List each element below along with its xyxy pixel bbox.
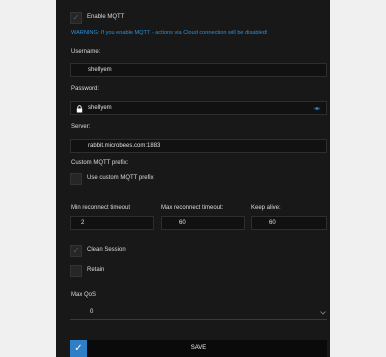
password-input[interactable]: shellyem (70, 101, 327, 115)
lock-icon (76, 105, 83, 113)
username-label: Username: (71, 49, 101, 55)
password-value: shellyem (88, 105, 112, 111)
max-qos-select[interactable]: 0 (70, 306, 327, 320)
clean-session-label: Clean Session (87, 247, 126, 253)
use-custom-prefix-label: Use custom MQTT prefix (87, 175, 154, 181)
check-icon: ✓ (72, 13, 80, 22)
max-reconnect-input[interactable]: 60 (161, 216, 245, 230)
max-reconnect-value: 60 (179, 220, 186, 226)
eye-icon[interactable] (313, 106, 321, 111)
min-reconnect-label: Min reconnect timeout (71, 205, 131, 211)
save-button[interactable]: ✓ SAVE (70, 340, 327, 357)
min-reconnect-input[interactable]: 2 (70, 216, 154, 230)
enable-mqtt-label: Enable MQTT (87, 14, 125, 20)
retain-label: Retain (87, 267, 105, 273)
min-reconnect-value: 2 (81, 220, 85, 226)
clean-session-checkbox[interactable]: ✓ (70, 245, 82, 257)
keep-alive-input[interactable]: 60 (251, 216, 327, 230)
server-label: Server: (71, 124, 91, 130)
use-custom-prefix-checkbox[interactable] (70, 173, 82, 185)
keep-alive-value: 60 (269, 220, 276, 226)
password-label: Password: (71, 86, 100, 92)
username-input[interactable]: shellyem (70, 63, 327, 77)
cloud-warning: WARNING: If you enable MQTT - actions vi… (71, 30, 268, 36)
max-reconnect-label: Max reconnect timeout: (161, 205, 224, 211)
username-value: shellyem (88, 67, 112, 73)
custom-prefix-label: Custom MQTT prefix: (71, 160, 129, 166)
keep-alive-label: Keep alive: (251, 205, 281, 211)
check-icon: ✓ (72, 246, 80, 255)
retain-checkbox[interactable] (70, 265, 82, 277)
enable-mqtt-checkbox[interactable]: ✓ (70, 12, 82, 24)
save-label: SAVE (190, 345, 207, 351)
max-qos-value: 0 (90, 309, 94, 315)
server-input[interactable]: rabbit.microbees.com:1883 (70, 139, 327, 153)
chevron-down-icon (320, 311, 326, 315)
max-qos-label: Max QoS (71, 292, 97, 298)
server-value: rabbit.microbees.com:1883 (88, 143, 161, 149)
